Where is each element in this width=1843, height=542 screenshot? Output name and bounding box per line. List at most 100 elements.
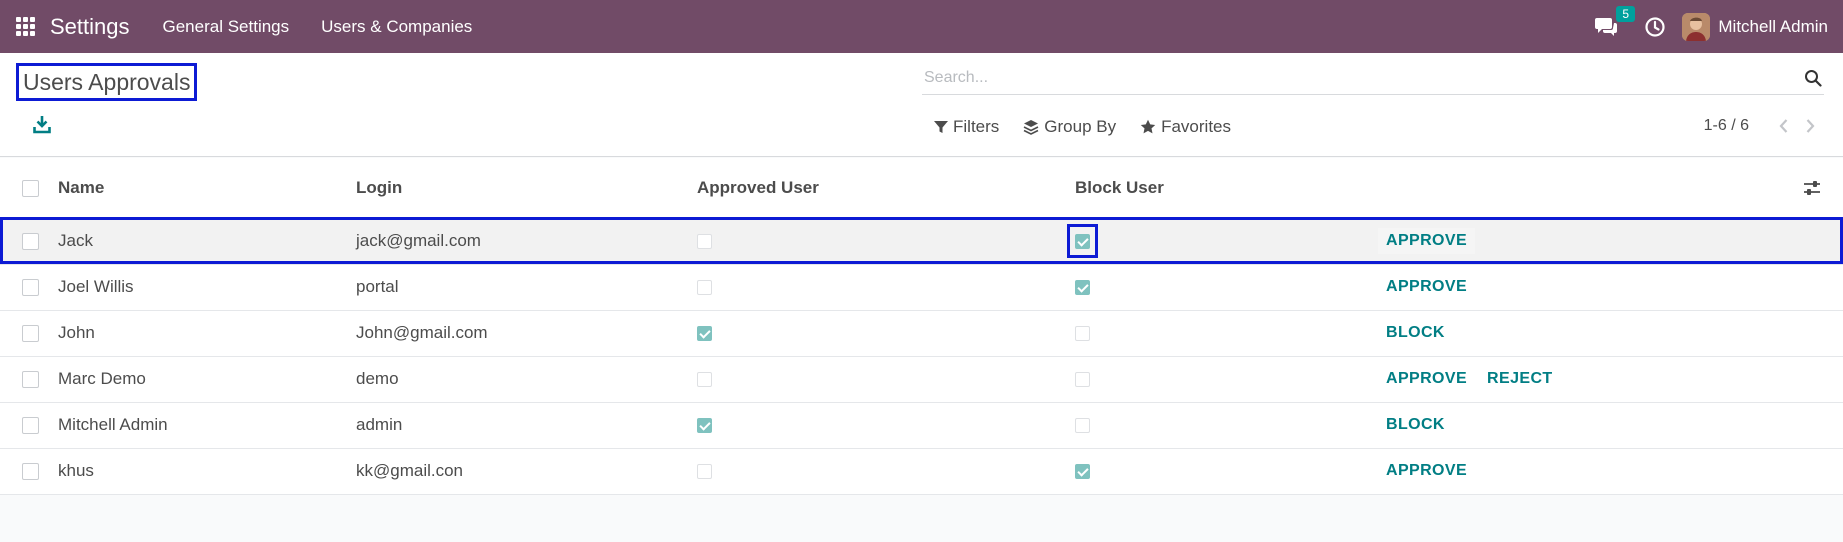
cell-approved-user — [696, 448, 1074, 495]
list-view: Name Login Approved User Block User Jack — [0, 158, 1843, 495]
pager-value[interactable]: 1-6 / 6 — [1704, 117, 1749, 135]
table-row[interactable]: Marc Demo demo APPROVE REJECT — [0, 356, 1843, 403]
cell-login[interactable]: kk@gmail.con — [356, 448, 696, 495]
app-name[interactable]: Settings — [50, 14, 130, 40]
filters-button[interactable]: Filters — [934, 117, 999, 137]
chevron-right-icon[interactable] — [1803, 118, 1817, 134]
favorites-label: Favorites — [1161, 117, 1232, 136]
row-checkbox[interactable] — [22, 233, 39, 251]
cell-approved-user — [696, 356, 1074, 403]
download-icon[interactable] — [33, 115, 51, 135]
filters-label: Filters — [953, 117, 1000, 136]
star-icon — [1140, 119, 1156, 134]
row-checkbox[interactable] — [22, 463, 39, 481]
chat-icon[interactable]: 5 — [1594, 5, 1636, 38]
approved-checkbox — [697, 464, 712, 480]
navbar-systray: 5 Mitchell Admin — [1594, 0, 1843, 53]
row-select-cell — [0, 264, 58, 311]
block-checkbox — [1075, 372, 1090, 388]
cell-block-user — [1074, 264, 1374, 311]
cell-block-user — [1074, 448, 1374, 495]
cell-login[interactable]: jack@gmail.com — [356, 218, 696, 265]
row-select-cell — [0, 448, 58, 495]
chevron-left-icon[interactable] — [1777, 118, 1791, 134]
cell-actions: APPROVE — [1374, 448, 1803, 495]
table-row[interactable]: Mitchell Admin admin BLOCK — [0, 402, 1843, 449]
top-navbar: Settings General Settings Users & Compan… — [0, 0, 1843, 53]
cell-empty — [1803, 264, 1843, 311]
cell-block-user — [1074, 310, 1374, 357]
approved-checkbox — [697, 372, 712, 388]
user-menu[interactable]: Mitchell Admin — [1718, 17, 1828, 37]
row-checkbox[interactable] — [22, 325, 39, 343]
filter-icon — [934, 121, 948, 133]
search-bar — [922, 63, 1824, 95]
menu-users-companies[interactable]: Users & Companies — [321, 17, 472, 37]
column-header-approved-user[interactable]: Approved User — [696, 158, 1074, 219]
cell-name[interactable]: Mitchell Admin — [58, 402, 356, 449]
approve-button[interactable]: APPROVE — [1378, 458, 1475, 484]
layers-icon — [1023, 120, 1039, 135]
approved-checkbox — [697, 280, 712, 296]
approve-button[interactable]: APPROVE — [1378, 228, 1476, 254]
table-row[interactable]: khus kk@gmail.con APPROVE — [0, 448, 1843, 495]
favorites-button[interactable]: Favorites — [1140, 117, 1231, 137]
cell-login[interactable]: demo — [356, 356, 696, 403]
cell-approved-user — [696, 264, 1074, 311]
cell-actions: BLOCK — [1374, 310, 1803, 357]
row-checkbox[interactable] — [22, 371, 39, 389]
cell-approved-user — [696, 402, 1074, 449]
cell-login[interactable]: John@gmail.com — [356, 310, 696, 357]
users-table: Name Login Approved User Block User Jack — [0, 158, 1843, 495]
cell-name[interactable]: Jack — [58, 218, 356, 265]
select-all-checkbox[interactable] — [22, 179, 39, 197]
cell-name[interactable]: Marc Demo — [58, 356, 356, 403]
cell-block-user — [1074, 402, 1374, 449]
approved-checkbox — [697, 234, 712, 250]
chat-count-badge: 5 — [1616, 5, 1636, 22]
cell-empty — [1803, 448, 1843, 495]
cell-name[interactable]: khus — [58, 448, 356, 495]
cell-login[interactable]: portal — [356, 264, 696, 311]
table-row[interactable]: Joel Willis portal APPROVE — [0, 264, 1843, 311]
block-checkbox — [1075, 418, 1090, 434]
search-input[interactable] — [922, 63, 1782, 93]
row-checkbox[interactable] — [22, 279, 39, 297]
column-header-name[interactable]: Name — [58, 158, 356, 219]
select-all-cell — [0, 158, 58, 219]
table-row[interactable]: John John@gmail.com BLOCK — [0, 310, 1843, 357]
cell-name[interactable]: Joel Willis — [58, 264, 356, 311]
approve-button[interactable]: APPROVE — [1378, 366, 1475, 392]
group-by-label: Group By — [1044, 117, 1117, 136]
menu-general-settings[interactable]: General Settings — [163, 17, 290, 37]
block-button[interactable]: BLOCK — [1378, 320, 1453, 346]
block-checkbox — [1075, 280, 1090, 296]
cell-login[interactable]: admin — [356, 402, 696, 449]
approved-checkbox — [697, 326, 712, 342]
cell-actions: APPROVE — [1374, 264, 1803, 311]
row-checkbox[interactable] — [22, 417, 39, 435]
cell-block-user — [1067, 218, 1374, 265]
column-header-login[interactable]: Login — [356, 158, 696, 219]
block-checkbox — [1075, 464, 1090, 480]
search-icon[interactable] — [1804, 69, 1822, 87]
avatar[interactable] — [1682, 12, 1711, 41]
cell-name[interactable]: John — [58, 310, 356, 357]
table-row[interactable]: Jack jack@gmail.com APPROVE — [0, 218, 1843, 265]
group-by-button[interactable]: Group By — [1023, 117, 1116, 137]
clock-icon[interactable] — [1644, 16, 1666, 38]
cell-actions: BLOCK — [1374, 402, 1803, 449]
sliders-icon[interactable] — [1803, 180, 1821, 196]
column-header-block-user[interactable]: Block User — [1074, 158, 1374, 219]
approved-checkbox — [697, 418, 712, 434]
reject-button[interactable]: REJECT — [1479, 366, 1561, 392]
block-button[interactable]: BLOCK — [1378, 412, 1453, 438]
row-select-cell — [0, 356, 58, 403]
cell-empty — [1803, 356, 1843, 403]
block-checkbox[interactable] — [1075, 234, 1090, 250]
cell-actions: APPROVE REJECT — [1374, 356, 1803, 403]
approve-button[interactable]: APPROVE — [1378, 274, 1475, 300]
apps-grid-icon[interactable] — [16, 16, 36, 37]
cell-empty — [1803, 402, 1843, 449]
cell-empty — [1803, 218, 1843, 265]
